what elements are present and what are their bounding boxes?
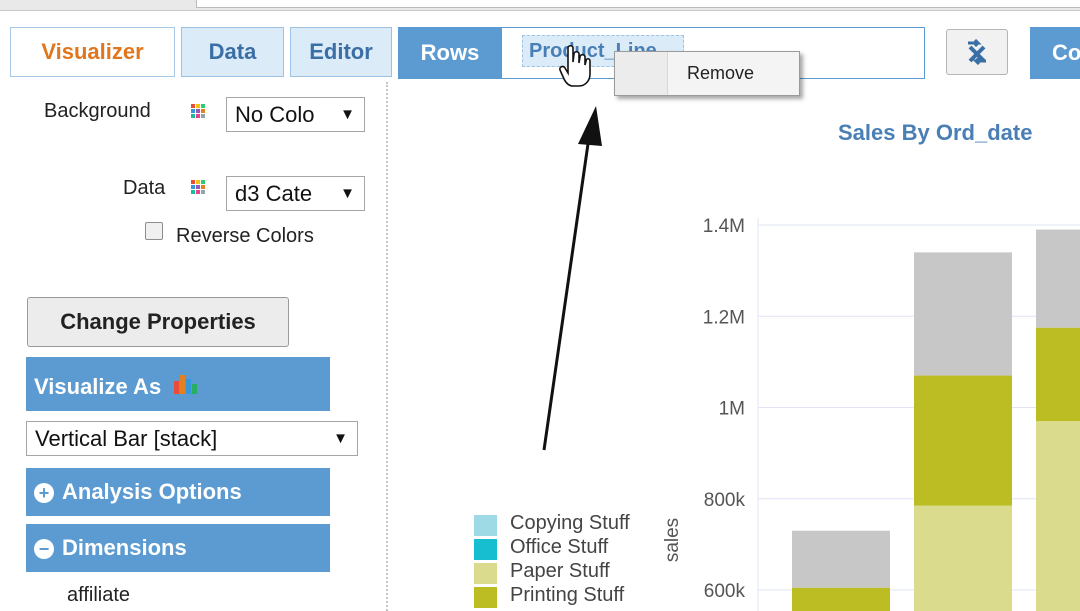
y-tick-label: 1.4M <box>703 216 745 237</box>
plus-circle-icon: + <box>34 483 54 504</box>
bar-segment <box>914 375 1012 506</box>
bar-segment <box>1036 229 1080 328</box>
background-label: Background <box>44 100 151 122</box>
columns-button[interactable]: Co <box>1030 27 1080 79</box>
legend-label: Paper Stuff <box>510 560 610 582</box>
y-axis-label: sales <box>662 518 683 562</box>
bar-segment <box>792 530 890 588</box>
visualize-as-select[interactable]: Vertical Bar [stack] ▼ <box>26 421 358 456</box>
address-field[interactable] <box>196 0 1080 8</box>
swap-axes-button[interactable] <box>946 29 1008 75</box>
change-properties-button[interactable]: Change Properties <box>27 297 289 347</box>
menu-icon-gutter <box>615 52 668 95</box>
chart-title: Sales By Ord_date <box>838 120 1033 145</box>
visualize-as-header: Visualize As <box>26 357 330 411</box>
dimensions-header[interactable]: − Dimensions <box>26 524 330 572</box>
panel-divider <box>386 82 388 611</box>
y-tick-label: 1M <box>719 399 745 420</box>
stacked-bar-chart: 1.4M 1.2M 1M 800k 600k sales <box>662 216 1080 611</box>
analysis-options-header[interactable]: + Analysis Options <box>26 468 330 516</box>
swap-axes-icon <box>968 39 986 65</box>
hand-cursor-icon <box>559 44 591 87</box>
reverse-colors-label: Reverse Colors <box>176 225 314 247</box>
legend-label: Copying Stuff <box>510 512 630 534</box>
browser-toolbar <box>0 0 1080 11</box>
bar-chart-icon <box>174 375 198 394</box>
tab-editor[interactable]: Editor <box>290 27 392 77</box>
dropdown-arrow-icon: ▼ <box>333 430 348 447</box>
minus-circle-icon: − <box>34 539 54 560</box>
data-color-scheme-select[interactable]: d3 Cate ▼ <box>226 176 365 211</box>
bar-segment <box>792 587 890 611</box>
menu-item-remove[interactable]: Remove <box>687 63 754 84</box>
bar-segment <box>914 252 1012 376</box>
legend-label: Printing Stuff <box>510 584 625 606</box>
y-tick-label: 600k <box>704 581 746 602</box>
rows-label: Rows <box>398 27 502 79</box>
dimension-item[interactable]: affiliate <box>67 584 130 607</box>
dropdown-arrow-icon: ▼ <box>340 185 355 202</box>
data-colors-label: Data <box>123 177 166 199</box>
palette-icon <box>191 180 206 195</box>
legend-swatch <box>474 587 497 608</box>
y-tick-label: 1.2M <box>703 307 745 328</box>
background-color-select[interactable]: No Colo ▼ <box>226 97 365 132</box>
y-tick-label: 800k <box>704 490 746 511</box>
legend-label: Office Stuff <box>510 536 609 558</box>
bar-segment <box>1036 421 1080 611</box>
context-menu: Remove <box>614 51 800 96</box>
reverse-colors-checkbox[interactable] <box>145 222 163 240</box>
bar-segment <box>914 505 1012 611</box>
annotation-arrow <box>542 106 602 451</box>
tab-data[interactable]: Data <box>181 27 284 77</box>
legend-swatch <box>474 539 497 560</box>
dropdown-arrow-icon: ▼ <box>340 106 355 123</box>
bar-segment <box>1036 327 1080 422</box>
tab-visualizer[interactable]: Visualizer <box>10 27 175 77</box>
palette-icon <box>191 104 206 119</box>
legend-swatch <box>474 563 497 584</box>
legend-swatch <box>474 515 497 536</box>
